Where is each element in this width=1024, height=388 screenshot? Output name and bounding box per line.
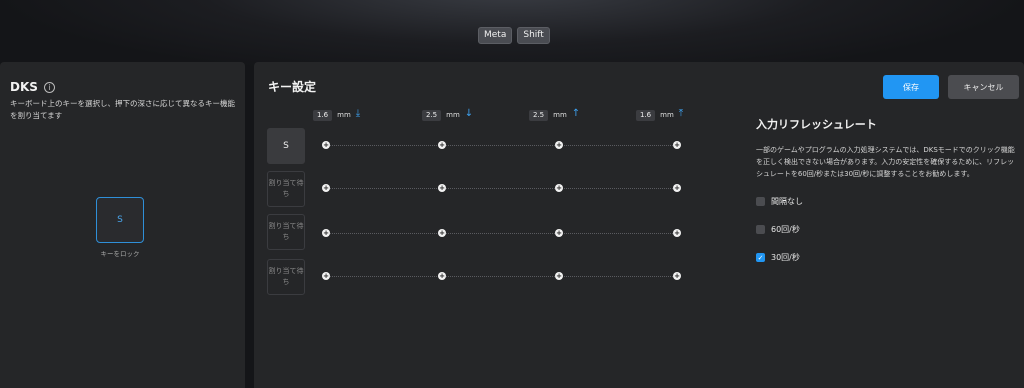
checkbox-unchecked[interactable] [756,197,765,206]
dks-panel: DKS i キーボード上のキーを選択し、押下の深さに応じて異なるキー機能を割り当… [0,62,245,388]
depth-value-input[interactable]: 2.5 [422,109,442,121]
depth-header-2: 2.5 mm ↓ [422,109,475,121]
action-track [326,276,677,277]
add-node-icon[interactable]: + [438,141,446,149]
depth-value-input[interactable]: 1.6 [636,109,656,121]
meta-key-badge: Meta [478,27,513,44]
lock-key-caption: キーをロック [100,250,140,258]
info-icon[interactable]: i [43,81,55,93]
depth-unit: mm [337,111,351,119]
option-label: 30回/秒 [771,253,800,262]
key-slot-label: 割り当て待ち [268,267,304,286]
add-node-icon[interactable]: + [555,184,563,192]
action-track [326,145,677,146]
arrow-down-icon: ↓ [464,108,474,119]
lock-key-label: S [117,215,123,225]
arrow-up-icon: ↑ [571,108,581,119]
dks-description: キーボード上のキーを選択し、押下の深さに応じて異なるキー機能を割り当てます [10,99,235,120]
add-node-icon[interactable]: + [555,141,563,149]
depth-header-3: 2.5 mm ↑ [529,109,582,121]
key-slot-label: S [283,140,289,151]
add-node-icon[interactable]: + [438,184,446,192]
checkbox-checked-icon[interactable]: ✓ [756,253,765,262]
depth-header-1: 1.6 mm ⤓ [313,109,366,121]
add-node-icon[interactable]: + [322,229,330,237]
add-node-icon[interactable]: + [555,229,563,237]
add-node-icon[interactable]: + [438,229,446,237]
depth-unit: mm [553,111,567,119]
refresh-option-60[interactable]: 60回/秒 [756,224,800,235]
action-track [326,188,677,189]
key-slot-label: 割り当て待ち [268,179,304,198]
key-setting-panel: キー設定 保存 キャンセル 1.6 mm ⤓ 2.5 mm ↓ 2.5 mm ↑… [254,62,1024,388]
add-node-icon[interactable]: + [673,141,681,149]
modifier-keys: Meta Shift [478,27,550,44]
lock-key-button[interactable]: S [96,197,144,243]
option-label: 60回/秒 [771,225,800,234]
key-slot-pending[interactable]: 割り当て待ち [267,214,305,250]
depth-unit: mm [446,111,460,119]
key-slot-assigned[interactable]: S [267,128,305,164]
shift-key-badge: Shift [517,27,550,44]
refresh-rate-description: 一部のゲームやプログラムの入力処理システムでは、DKSモードでのクリック機能を正… [756,146,1015,178]
refresh-rate-title: 入力リフレッシュレート [756,118,877,131]
option-label: 間隔なし [771,197,803,206]
refresh-option-none[interactable]: 間隔なし [756,196,803,207]
depth-unit: mm [660,111,674,119]
action-track [326,233,677,234]
depth-value-input[interactable]: 2.5 [529,109,549,121]
add-node-icon[interactable]: + [673,229,681,237]
depth-header-4: 1.6 mm ⤒ [636,109,689,121]
add-node-icon[interactable]: + [322,184,330,192]
arrow-down-icon: ⤓ [355,108,361,119]
checkbox-unchecked[interactable] [756,225,765,234]
add-node-icon[interactable]: + [438,272,446,280]
cancel-button[interactable]: キャンセル [948,75,1019,99]
refresh-option-30[interactable]: ✓ 30回/秒 [756,252,800,263]
dks-title: DKS [10,80,38,94]
dks-title-row: DKS i [10,80,55,94]
save-button[interactable]: 保存 [883,75,939,99]
key-slot-pending[interactable]: 割り当て待ち [267,259,305,295]
arrow-up-icon: ⤒ [678,108,684,119]
add-node-icon[interactable]: + [322,272,330,280]
key-slot-label: 割り当て待ち [268,222,304,241]
add-node-icon[interactable]: + [673,272,681,280]
depth-value-input[interactable]: 1.6 [313,109,333,121]
add-node-icon[interactable]: + [555,272,563,280]
key-slot-pending[interactable]: 割り当て待ち [267,171,305,207]
add-node-icon[interactable]: + [673,184,681,192]
key-setting-title: キー設定 [268,80,317,94]
add-node-icon[interactable]: + [322,141,330,149]
